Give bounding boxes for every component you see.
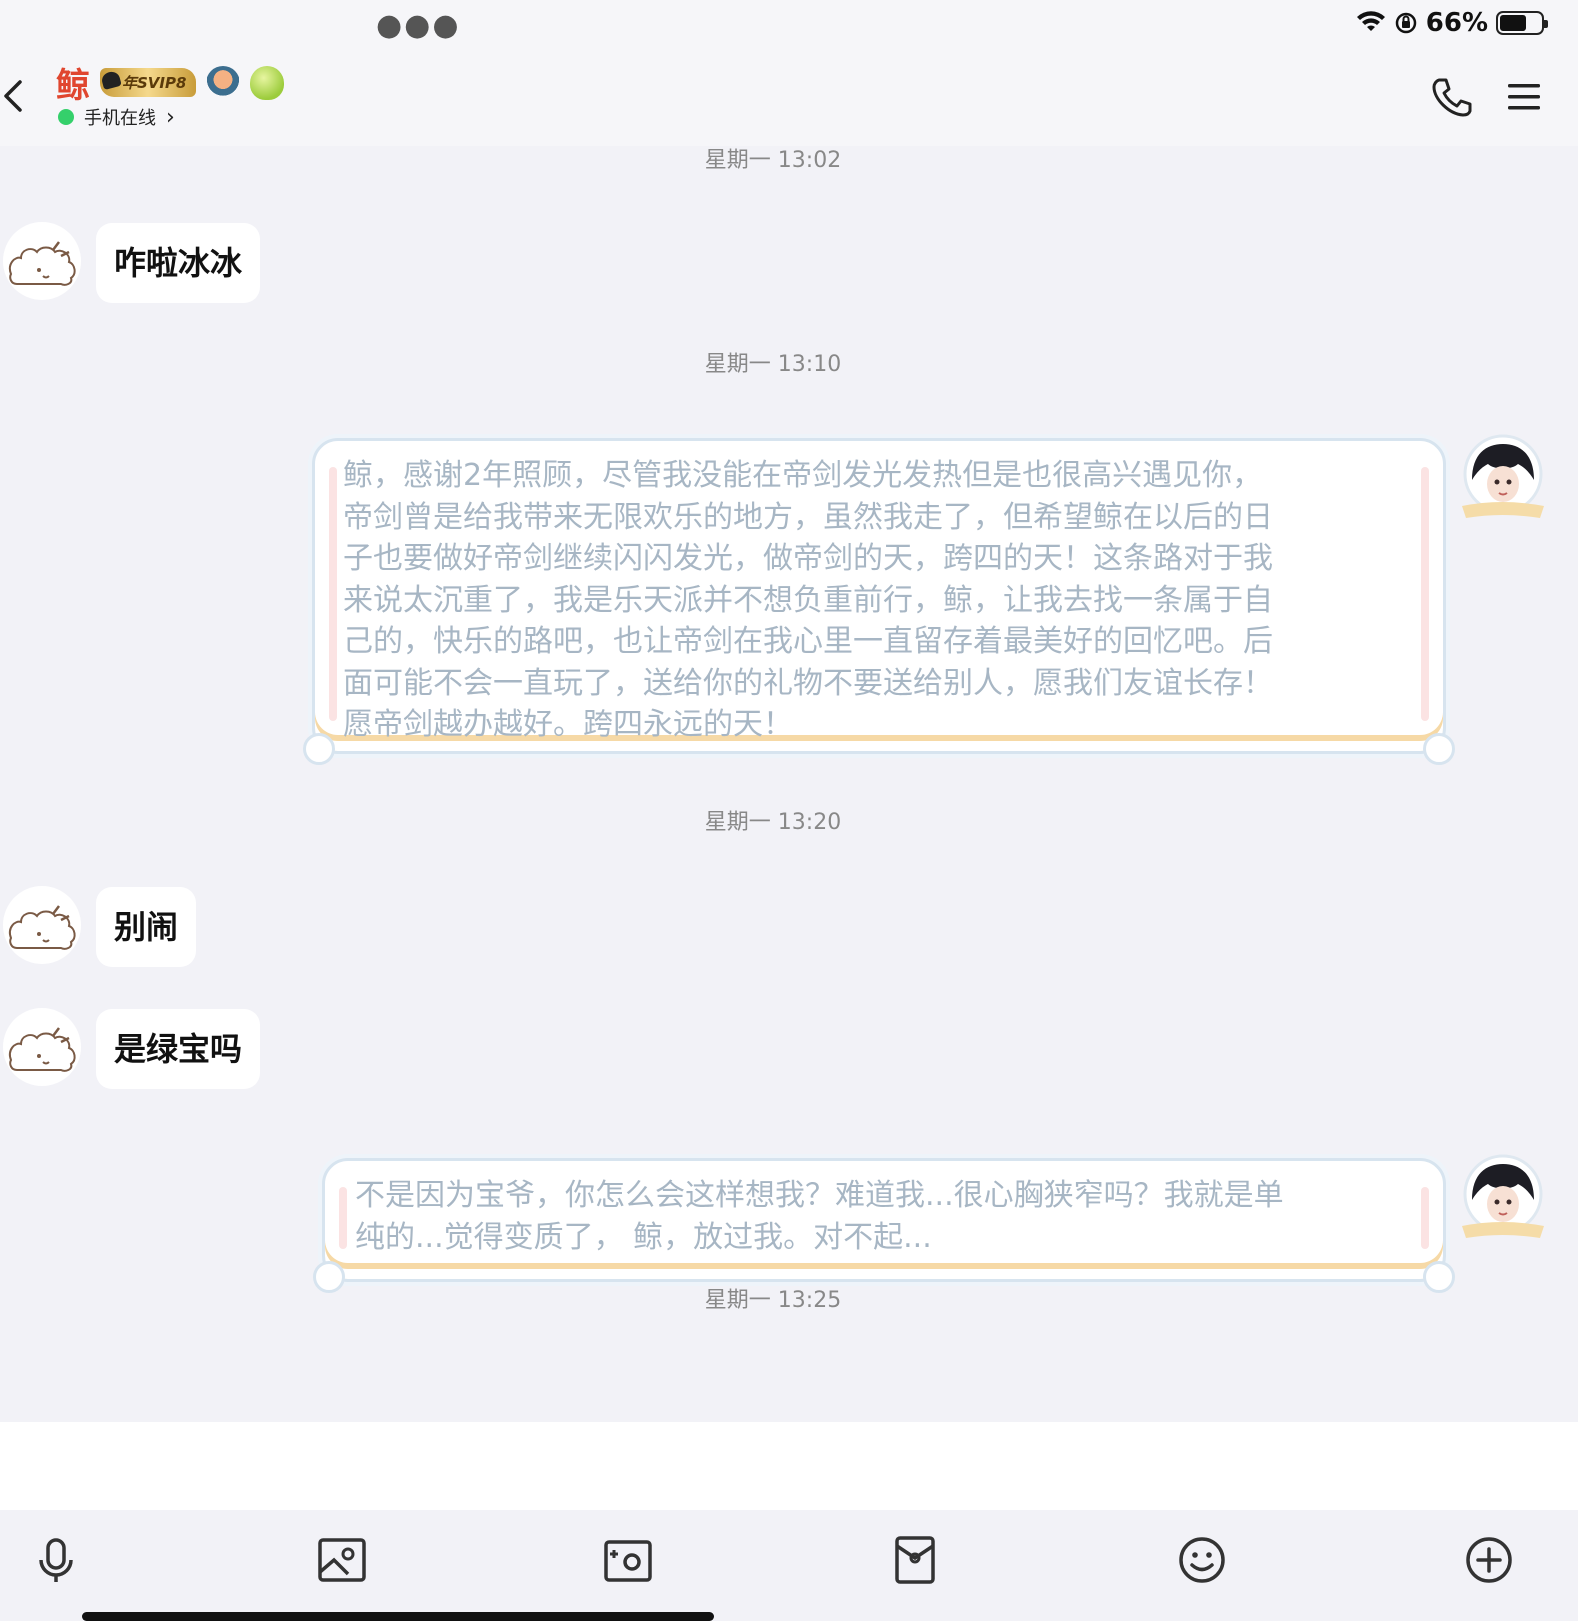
image-icon[interactable] [316,1534,368,1586]
red-packet-icon[interactable] [889,1534,941,1586]
menu-icon[interactable] [1506,81,1542,113]
message-bubble-outgoing[interactable]: 不是因为宝爷，你怎么会这样想我？难道我...很心胸狭窄吗？我就是单 纯的...觉… [313,1158,1455,1293]
chat-header: 鲸 年SVIP8 手机在线 › [0,48,1578,146]
battery-level [1500,15,1527,31]
header-actions [1430,76,1542,118]
my-avatar[interactable] [1458,432,1548,522]
contact-title-row[interactable]: 鲸 年SVIP8 [56,58,285,107]
battery-icon [1496,11,1548,35]
microphone-icon[interactable] [30,1534,82,1586]
message-bubble-incoming[interactable]: 别闹 [96,887,197,967]
online-dot-icon [58,109,74,125]
wifi-icon [1356,11,1385,31]
girl-avatar-icon [1462,434,1544,518]
timestamp: 星期一 13:25 [704,1288,842,1313]
contact-avatar[interactable] [3,1008,81,1086]
message-text: 不是因为宝爷，你怎么会这样想我？难道我...很心胸狭窄吗？我就是单 纯的...觉… [355,1178,1284,1255]
message-list[interactable]: 星期一 13:02 咋啦冰冰 星期一 13:10 鲸，感谢2年照顾，尽管我没能在… [0,146,1578,1422]
chevron-right-icon: › [166,104,175,130]
status-bar: ●●● 66% [0,0,1578,48]
status-indicators: 66% [1356,8,1548,38]
presence-text: 手机在线 [84,108,156,129]
orientation-lock-icon [1395,12,1417,34]
chat-screen: ●●● 66% 鲸 年SVIP8 手机在线 › 星期一 13:02 咋啦冰冰 星… [0,0,1578,1621]
sheep-avatar-icon [9,241,76,286]
sheep-avatar-icon [9,905,76,950]
my-avatar[interactable] [1458,1152,1548,1242]
message-text: 鲸，感谢2年照顾，尽管我没能在帝剑发光发热但是也很高兴遇见你， 帝剑曾是给我带来… [343,458,1273,742]
timestamp: 星期一 13:10 [704,352,842,377]
svip-badge[interactable]: 年SVIP8 [100,68,197,97]
egg-badge-icon[interactable] [250,65,285,100]
emoji-icon[interactable] [1176,1534,1228,1586]
contact-avatar[interactable] [3,222,81,300]
timestamp: 星期一 13:02 [704,148,842,173]
contact-name: 鲸 [56,66,90,106]
contact-avatar[interactable] [3,886,81,964]
sheep-avatar-icon [9,1027,76,1072]
input-toolbar [0,1510,1578,1621]
home-indicator[interactable] [82,1612,714,1621]
battery-percentage: 66% [1425,8,1488,38]
girl-avatar-icon [1462,1154,1544,1238]
message-input[interactable] [0,1422,1578,1516]
timestamp: 星期一 13:20 [704,810,842,835]
multitask-dots-icon[interactable]: ●●● [376,8,461,43]
camera-icon[interactable] [602,1534,654,1586]
presence-status[interactable]: 手机在线 › [58,104,175,130]
back-arrow-icon[interactable] [0,76,40,116]
plus-icon[interactable] [1463,1534,1515,1586]
mascot-badge-icon[interactable] [206,65,241,100]
message-bubble-incoming[interactable]: 是绿宝吗 [96,1009,261,1089]
phone-call-icon[interactable] [1430,76,1472,118]
message-bubble-outgoing[interactable]: 鲸，感谢2年照顾，尽管我没能在帝剑发光发热但是也很高兴遇见你， 帝剑曾是给我带来… [303,438,1455,765]
message-bubble-incoming[interactable]: 咋啦冰冰 [96,223,261,303]
